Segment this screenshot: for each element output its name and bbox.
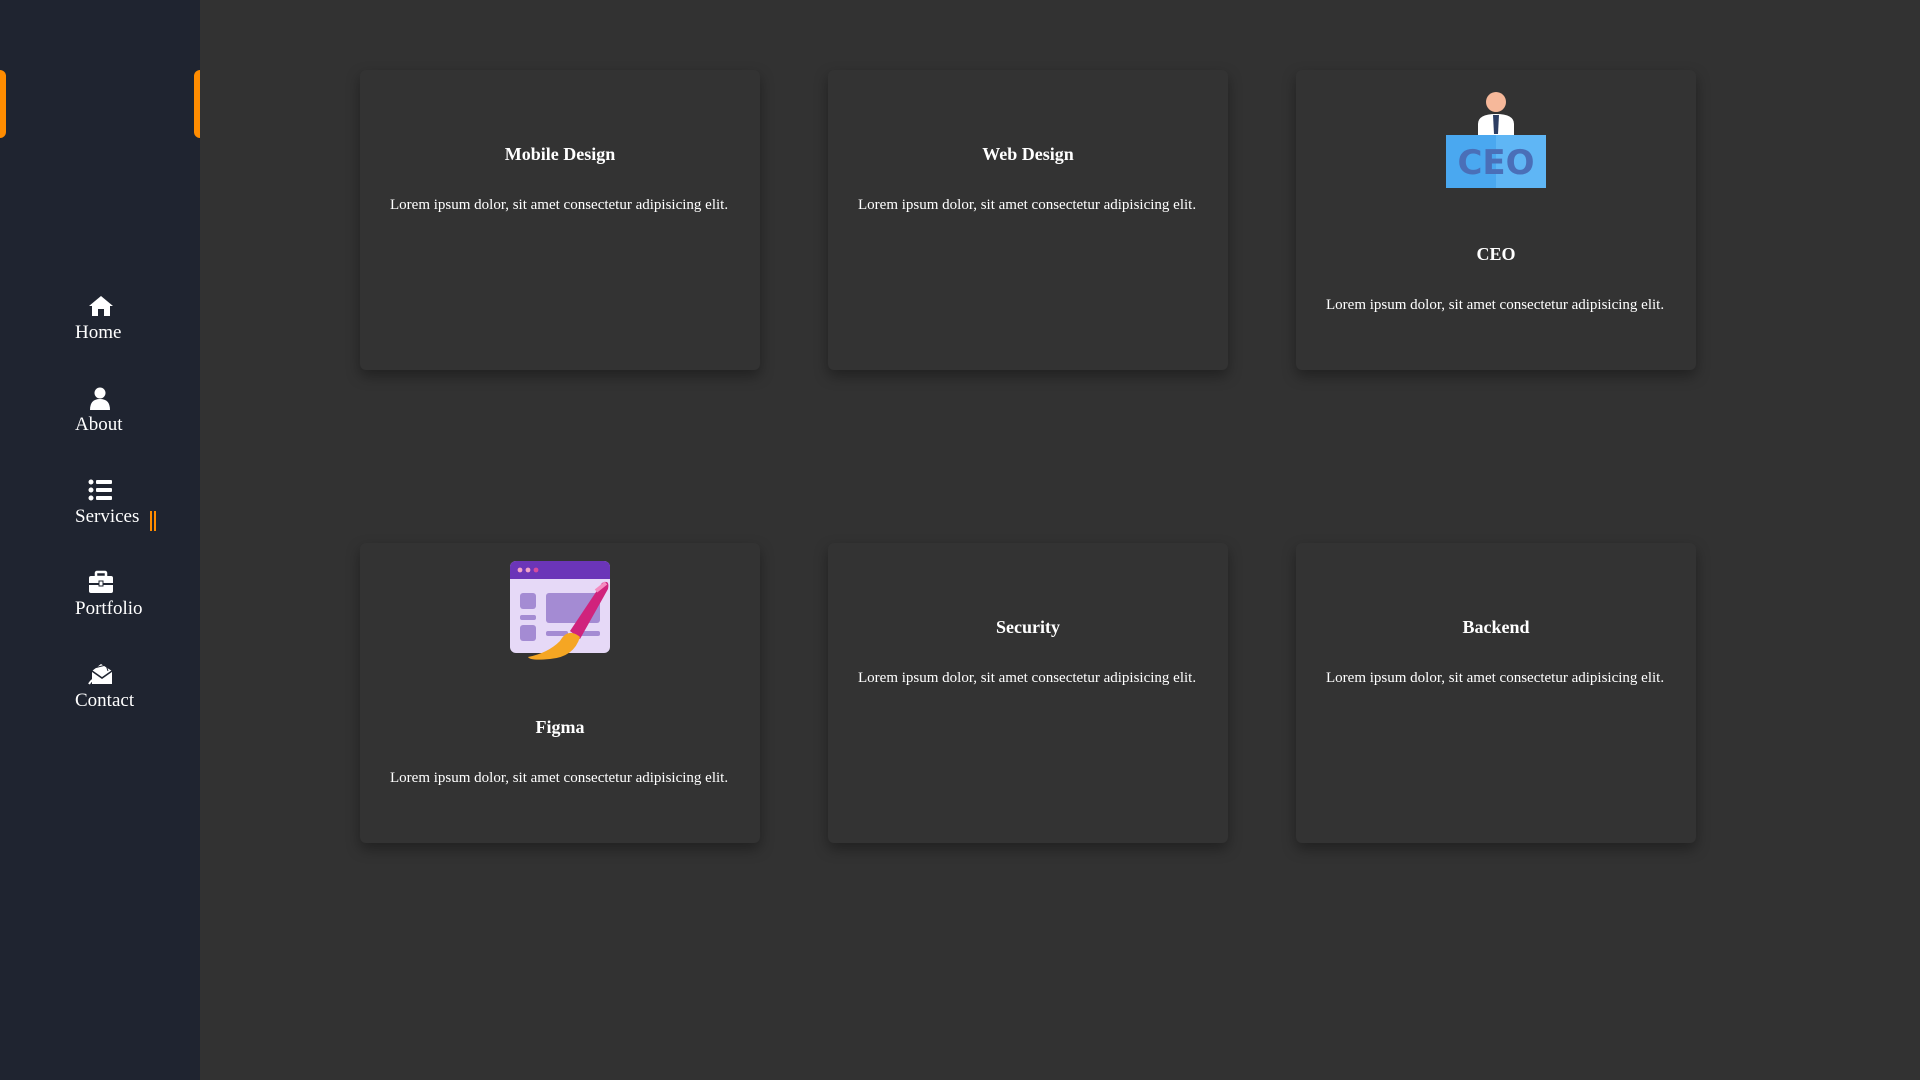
sidebar-item-label: About bbox=[75, 414, 123, 435]
card-title: CEO bbox=[1476, 244, 1516, 264]
service-card-mobile-design: Mobile Design Lorem ipsum dolor, sit ame… bbox=[360, 70, 760, 370]
svg-text:CEO: CEO bbox=[1457, 143, 1534, 183]
service-card-security: Security Lorem ipsum dolor, sit amet con… bbox=[828, 543, 1228, 843]
home-icon bbox=[88, 294, 114, 318]
card-title: Figma bbox=[535, 717, 585, 737]
sidebar-item-label: Portfolio bbox=[75, 598, 143, 619]
card-title: Web Design bbox=[982, 144, 1074, 164]
mail-icon bbox=[88, 662, 114, 686]
figma-illustration bbox=[510, 561, 610, 661]
sidebar-left-accent bbox=[0, 70, 6, 138]
card-title: Security bbox=[996, 617, 1060, 637]
card-text: Lorem ipsum dolor, sit amet consectetur … bbox=[858, 197, 1197, 213]
sidebar-item-contact[interactable]: Contact bbox=[0, 660, 200, 752]
sidebar-item-portfolio[interactable]: Portfolio bbox=[0, 568, 200, 660]
user-icon bbox=[88, 386, 114, 410]
sidebar-item-about[interactable]: About bbox=[0, 384, 200, 476]
list-icon bbox=[88, 478, 114, 502]
sidebar-item-services[interactable]: Services bbox=[0, 476, 200, 568]
card-text: Lorem ipsum dolor, sit amet consectetur … bbox=[858, 670, 1197, 686]
service-card-ceo: CEO CEO Lorem ipsum dolor, sit amet cons… bbox=[1296, 70, 1696, 370]
service-card-backend: Backend Lorem ipsum dolor, sit amet cons… bbox=[1296, 543, 1696, 843]
service-card-figma: Figma Lorem ipsum dolor, sit amet consec… bbox=[360, 543, 760, 843]
sidebar-item-home[interactable]: Home bbox=[0, 292, 200, 384]
card-text: Lorem ipsum dolor, sit amet consectetur … bbox=[1326, 297, 1665, 313]
card-title: Backend bbox=[1462, 617, 1530, 637]
briefcase-icon bbox=[88, 570, 114, 594]
sidebar: Home About Services Portfolio Contact bbox=[0, 0, 200, 1080]
sidebar-item-label: Contact bbox=[75, 690, 135, 711]
sidebar-item-label: Services bbox=[75, 506, 140, 527]
sidebar-nav: Home About Services Portfolio Contact bbox=[0, 292, 200, 752]
card-text: Lorem ipsum dolor, sit amet consectetur … bbox=[390, 197, 729, 213]
active-indicator bbox=[150, 511, 156, 531]
sidebar-item-label: Home bbox=[75, 322, 122, 343]
card-text: Lorem ipsum dolor, sit amet consectetur … bbox=[1326, 670, 1665, 686]
sidebar-right-accent bbox=[194, 70, 200, 138]
service-card-web-design: Web Design Lorem ipsum dolor, sit amet c… bbox=[828, 70, 1228, 370]
card-text: Lorem ipsum dolor, sit amet consectetur … bbox=[390, 770, 729, 786]
ceo-illustration: CEO bbox=[1446, 88, 1546, 188]
card-title: Mobile Design bbox=[504, 144, 616, 164]
